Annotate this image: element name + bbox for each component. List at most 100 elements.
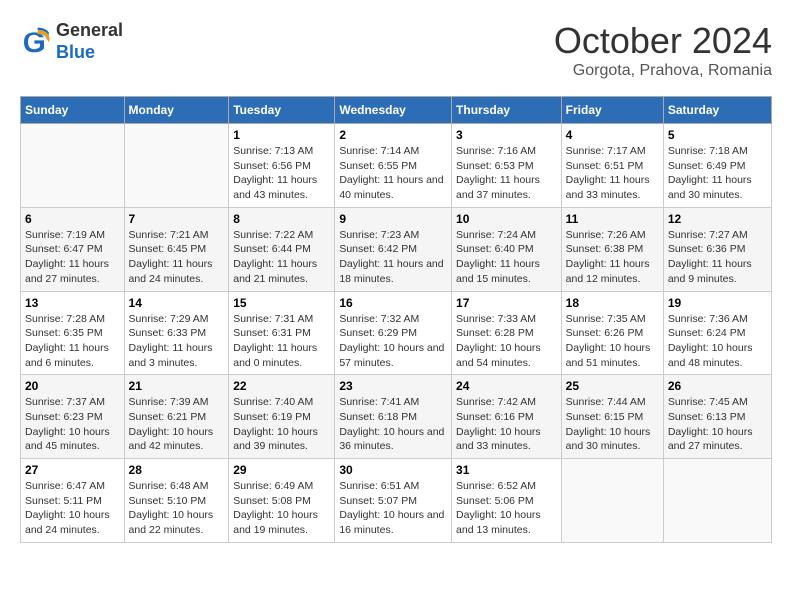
column-header-wednesday: Wednesday — [335, 97, 452, 124]
day-info: Sunrise: 6:51 AM Sunset: 5:07 PM Dayligh… — [339, 479, 447, 538]
calendar-cell: 12 Sunrise: 7:27 AM Sunset: 6:36 PM Dayli… — [663, 207, 771, 291]
day-number: 23 — [339, 379, 447, 393]
day-number: 24 — [456, 379, 557, 393]
calendar-cell: 17 Sunrise: 7:33 AM Sunset: 6:28 PM Dayli… — [452, 291, 562, 375]
calendar-cell: 30 Sunrise: 6:51 AM Sunset: 5:07 PM Dayli… — [335, 459, 452, 543]
day-info: Sunrise: 6:47 AM Sunset: 5:11 PM Dayligh… — [25, 479, 120, 538]
column-header-thursday: Thursday — [452, 97, 562, 124]
day-number: 19 — [668, 296, 767, 310]
title-block: October 2024 Gorgota, Prahova, Romania — [554, 20, 772, 80]
day-info: Sunrise: 7:42 AM Sunset: 6:16 PM Dayligh… — [456, 395, 557, 454]
logo-line2: Blue — [56, 42, 95, 62]
calendar-cell: 24 Sunrise: 7:42 AM Sunset: 6:16 PM Dayli… — [452, 375, 562, 459]
day-info: Sunrise: 7:33 AM Sunset: 6:28 PM Dayligh… — [456, 312, 557, 371]
calendar-cell: 26Sunrise: 7:45 AM Sunset: 6:13 PM Dayli… — [663, 375, 771, 459]
day-info: Sunrise: 7:27 AM Sunset: 6:36 PM Dayligh… — [668, 228, 767, 287]
week-row-4: 20 Sunrise: 7:37 AM Sunset: 6:23 PM Dayli… — [21, 375, 772, 459]
day-number: 5 — [668, 128, 767, 142]
day-info: Sunrise: 7:22 AM Sunset: 6:44 PM Dayligh… — [233, 228, 330, 287]
day-info: Sunrise: 7:26 AM Sunset: 6:38 PM Dayligh… — [566, 228, 659, 287]
calendar-cell — [663, 459, 771, 543]
calendar-cell: 5 Sunrise: 7:18 AM Sunset: 6:49 PM Daylig… — [663, 124, 771, 208]
calendar-cell: 1Sunrise: 7:13 AM Sunset: 6:56 PM Daylig… — [229, 124, 335, 208]
day-info: Sunrise: 7:32 AM Sunset: 6:29 PM Dayligh… — [339, 312, 447, 371]
calendar-cell: 19Sunrise: 7:36 AM Sunset: 6:24 PM Dayli… — [663, 291, 771, 375]
day-number: 28 — [129, 463, 225, 477]
day-number: 25 — [566, 379, 659, 393]
calendar-cell: 7 Sunrise: 7:21 AM Sunset: 6:45 PM Daylig… — [124, 207, 229, 291]
calendar-table: SundayMondayTuesdayWednesdayThursdayFrid… — [20, 96, 772, 543]
day-number: 7 — [129, 212, 225, 226]
day-number: 14 — [129, 296, 225, 310]
day-info: Sunrise: 6:49 AM Sunset: 5:08 PM Dayligh… — [233, 479, 330, 538]
week-row-3: 13 Sunrise: 7:28 AM Sunset: 6:35 PM Dayli… — [21, 291, 772, 375]
column-header-friday: Friday — [561, 97, 663, 124]
day-info: Sunrise: 7:29 AM Sunset: 6:33 PM Dayligh… — [129, 312, 225, 371]
calendar-cell: 16 Sunrise: 7:32 AM Sunset: 6:29 PM Dayli… — [335, 291, 452, 375]
day-info: Sunrise: 7:24 AM Sunset: 6:40 PM Dayligh… — [456, 228, 557, 287]
day-number: 30 — [339, 463, 447, 477]
day-number: 9 — [339, 212, 447, 226]
day-number: 13 — [25, 296, 120, 310]
calendar-cell: 20 Sunrise: 7:37 AM Sunset: 6:23 PM Dayli… — [21, 375, 125, 459]
week-row-5: 27 Sunrise: 6:47 AM Sunset: 5:11 PM Dayli… — [21, 459, 772, 543]
day-info: Sunrise: 6:48 AM Sunset: 5:10 PM Dayligh… — [129, 479, 225, 538]
calendar-cell: 27 Sunrise: 6:47 AM Sunset: 5:11 PM Dayli… — [21, 459, 125, 543]
column-header-sunday: Sunday — [21, 97, 125, 124]
day-number: 27 — [25, 463, 120, 477]
column-header-tuesday: Tuesday — [229, 97, 335, 124]
calendar-cell: 14 Sunrise: 7:29 AM Sunset: 6:33 PM Dayli… — [124, 291, 229, 375]
day-number: 31 — [456, 463, 557, 477]
day-number: 17 — [456, 296, 557, 310]
day-number: 11 — [566, 212, 659, 226]
calendar-cell — [561, 459, 663, 543]
day-info: Sunrise: 7:28 AM Sunset: 6:35 PM Dayligh… — [25, 312, 120, 371]
day-number: 6 — [25, 212, 120, 226]
calendar-cell — [124, 124, 229, 208]
day-info: Sunrise: 7:44 AM Sunset: 6:15 PM Dayligh… — [566, 395, 659, 454]
calendar-cell — [21, 124, 125, 208]
day-info: Sunrise: 7:35 AM Sunset: 6:26 PM Dayligh… — [566, 312, 659, 371]
day-info: Sunrise: 7:37 AM Sunset: 6:23 PM Dayligh… — [25, 395, 120, 454]
day-number: 4 — [566, 128, 659, 142]
calendar-cell: 22 Sunrise: 7:40 AM Sunset: 6:19 PM Dayli… — [229, 375, 335, 459]
calendar-cell: 6Sunrise: 7:19 AM Sunset: 6:47 PM Daylig… — [21, 207, 125, 291]
day-number: 22 — [233, 379, 330, 393]
calendar-cell: 11 Sunrise: 7:26 AM Sunset: 6:38 PM Dayli… — [561, 207, 663, 291]
day-number: 20 — [25, 379, 120, 393]
day-info: Sunrise: 7:14 AM Sunset: 6:55 PM Dayligh… — [339, 144, 447, 203]
day-number: 2 — [339, 128, 447, 142]
calendar-cell: 9 Sunrise: 7:23 AM Sunset: 6:42 PM Daylig… — [335, 207, 452, 291]
calendar-cell: 2 Sunrise: 7:14 AM Sunset: 6:55 PM Daylig… — [335, 124, 452, 208]
calendar-cell: 31Sunrise: 6:52 AM Sunset: 5:06 PM Dayli… — [452, 459, 562, 543]
day-info: Sunrise: 7:23 AM Sunset: 6:42 PM Dayligh… — [339, 228, 447, 287]
day-number: 1 — [233, 128, 330, 142]
day-number: 12 — [668, 212, 767, 226]
calendar-cell: 18 Sunrise: 7:35 AM Sunset: 6:26 PM Dayli… — [561, 291, 663, 375]
day-info: Sunrise: 7:45 AM Sunset: 6:13 PM Dayligh… — [668, 395, 767, 454]
header-row: SundayMondayTuesdayWednesdayThursdayFrid… — [21, 97, 772, 124]
day-info: Sunrise: 7:18 AM Sunset: 6:49 PM Dayligh… — [668, 144, 767, 203]
calendar-cell: 21Sunrise: 7:39 AM Sunset: 6:21 PM Dayli… — [124, 375, 229, 459]
day-number: 29 — [233, 463, 330, 477]
calendar-cell: 13 Sunrise: 7:28 AM Sunset: 6:35 PM Dayli… — [21, 291, 125, 375]
logo-icon — [20, 26, 52, 58]
page-header: General Blue October 2024 Gorgota, Praho… — [20, 20, 772, 80]
day-info: Sunrise: 7:41 AM Sunset: 6:18 PM Dayligh… — [339, 395, 447, 454]
week-row-2: 6Sunrise: 7:19 AM Sunset: 6:47 PM Daylig… — [21, 207, 772, 291]
calendar-cell: 8 Sunrise: 7:22 AM Sunset: 6:44 PM Daylig… — [229, 207, 335, 291]
day-info: Sunrise: 7:17 AM Sunset: 6:51 PM Dayligh… — [566, 144, 659, 203]
day-info: Sunrise: 7:16 AM Sunset: 6:53 PM Dayligh… — [456, 144, 557, 203]
calendar-cell: 15Sunrise: 7:31 AM Sunset: 6:31 PM Dayli… — [229, 291, 335, 375]
day-number: 8 — [233, 212, 330, 226]
day-info: Sunrise: 7:31 AM Sunset: 6:31 PM Dayligh… — [233, 312, 330, 371]
day-number: 16 — [339, 296, 447, 310]
day-number: 18 — [566, 296, 659, 310]
calendar-cell: 25 Sunrise: 7:44 AM Sunset: 6:15 PM Dayli… — [561, 375, 663, 459]
logo: General Blue — [20, 20, 123, 63]
day-info: Sunrise: 7:40 AM Sunset: 6:19 PM Dayligh… — [233, 395, 330, 454]
calendar-subtitle: Gorgota, Prahova, Romania — [554, 62, 772, 80]
day-info: Sunrise: 7:21 AM Sunset: 6:45 PM Dayligh… — [129, 228, 225, 287]
logo-line1: General — [56, 20, 123, 42]
column-header-saturday: Saturday — [663, 97, 771, 124]
